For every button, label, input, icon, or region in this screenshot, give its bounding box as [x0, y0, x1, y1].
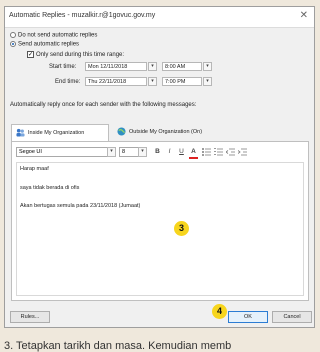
- tab-inside-label: Inside My Organization: [28, 130, 85, 136]
- step-caption: 3. Tetapkan tarikh dan masa. Kemudian me…: [4, 340, 232, 352]
- bold-button[interactable]: B: [153, 147, 162, 157]
- tab-strip: Inside My Organization Outside My Organi…: [11, 124, 309, 141]
- start-time-label: Start time:: [49, 64, 77, 70]
- time-range-label: Only send during this time range:: [36, 52, 125, 59]
- underline-button[interactable]: U: [177, 147, 186, 157]
- title-bar: Automatic Replies - muzalkir.r@1govuc.go…: [5, 7, 314, 28]
- end-date-field[interactable]: Thu 22/11/2018: [85, 77, 147, 86]
- chevron-down-icon[interactable]: ▾: [107, 147, 116, 157]
- font-size-select[interactable]: 8: [119, 147, 139, 157]
- tab-outside-label: Outside My Organization (On): [129, 129, 203, 135]
- end-time-label: End time:: [55, 79, 81, 85]
- start-date-field[interactable]: Mon 12/11/2018: [85, 62, 147, 71]
- send-radio[interactable]: [10, 41, 16, 47]
- step-badge-editor: 3: [174, 221, 189, 236]
- message-line: Akan bertugas semula pada 23/11/2018 (Ju…: [20, 203, 141, 209]
- chevron-down-icon[interactable]: ▾: [148, 77, 157, 86]
- font-select[interactable]: Segoe UI: [16, 147, 108, 157]
- increase-indent-icon[interactable]: [238, 148, 247, 156]
- format-toolbar: Segoe UI ▾ 8 ▾ B I U A: [16, 147, 304, 159]
- tab-outside-organization[interactable]: Outside My Organization (On): [113, 124, 243, 141]
- dont-send-label: Do not send automatic replies: [18, 32, 98, 39]
- step-badge-ok: 4: [212, 304, 227, 319]
- automatic-replies-dialog: Automatic Replies - muzalkir.r@1govuc.go…: [4, 6, 315, 328]
- font-color-button[interactable]: A: [189, 147, 198, 159]
- message-line: Harap maaf: [20, 166, 49, 172]
- globe-icon: [117, 127, 126, 136]
- dont-send-radio[interactable]: [10, 32, 16, 38]
- send-label: Send automatic replies: [18, 41, 80, 48]
- italic-button[interactable]: I: [165, 147, 174, 157]
- dialog-title: Automatic Replies - muzalkir.r@1govuc.go…: [9, 12, 156, 19]
- dont-send-option[interactable]: Do not send automatic replies: [10, 32, 97, 39]
- reply-instruction: Automatically reply once for each sender…: [10, 102, 197, 108]
- time-range-checkbox[interactable]: ✓: [27, 51, 34, 58]
- tab-inside-organization[interactable]: Inside My Organization: [11, 124, 109, 141]
- ok-button[interactable]: OK: [228, 311, 268, 323]
- message-line: saya tidak berada di ofis: [20, 185, 80, 191]
- send-option[interactable]: Send automatic replies: [10, 41, 79, 48]
- bullets-icon[interactable]: [202, 148, 211, 156]
- decrease-indent-icon[interactable]: [226, 148, 235, 156]
- people-icon: [16, 128, 25, 137]
- chevron-down-icon[interactable]: ▾: [203, 62, 212, 71]
- chevron-down-icon[interactable]: ▾: [203, 77, 212, 86]
- close-icon[interactable]: ✕: [300, 10, 308, 21]
- start-time-field[interactable]: 8:00 AM: [162, 62, 202, 71]
- chevron-down-icon[interactable]: ▾: [148, 62, 157, 71]
- end-time-field[interactable]: 7:00 PM: [162, 77, 202, 86]
- message-panel: Segoe UI ▾ 8 ▾ B I U A Harap maaf saya t…: [11, 141, 309, 301]
- numbering-icon[interactable]: [214, 148, 223, 156]
- rules-button[interactable]: Rules...: [10, 311, 50, 323]
- chevron-down-icon[interactable]: ▾: [138, 147, 147, 157]
- cancel-button[interactable]: Cancel: [272, 311, 312, 323]
- time-range-option[interactable]: ✓ Only send during this time range:: [27, 51, 124, 58]
- message-editor[interactable]: Harap maaf saya tidak berada di ofis Aka…: [16, 162, 304, 296]
